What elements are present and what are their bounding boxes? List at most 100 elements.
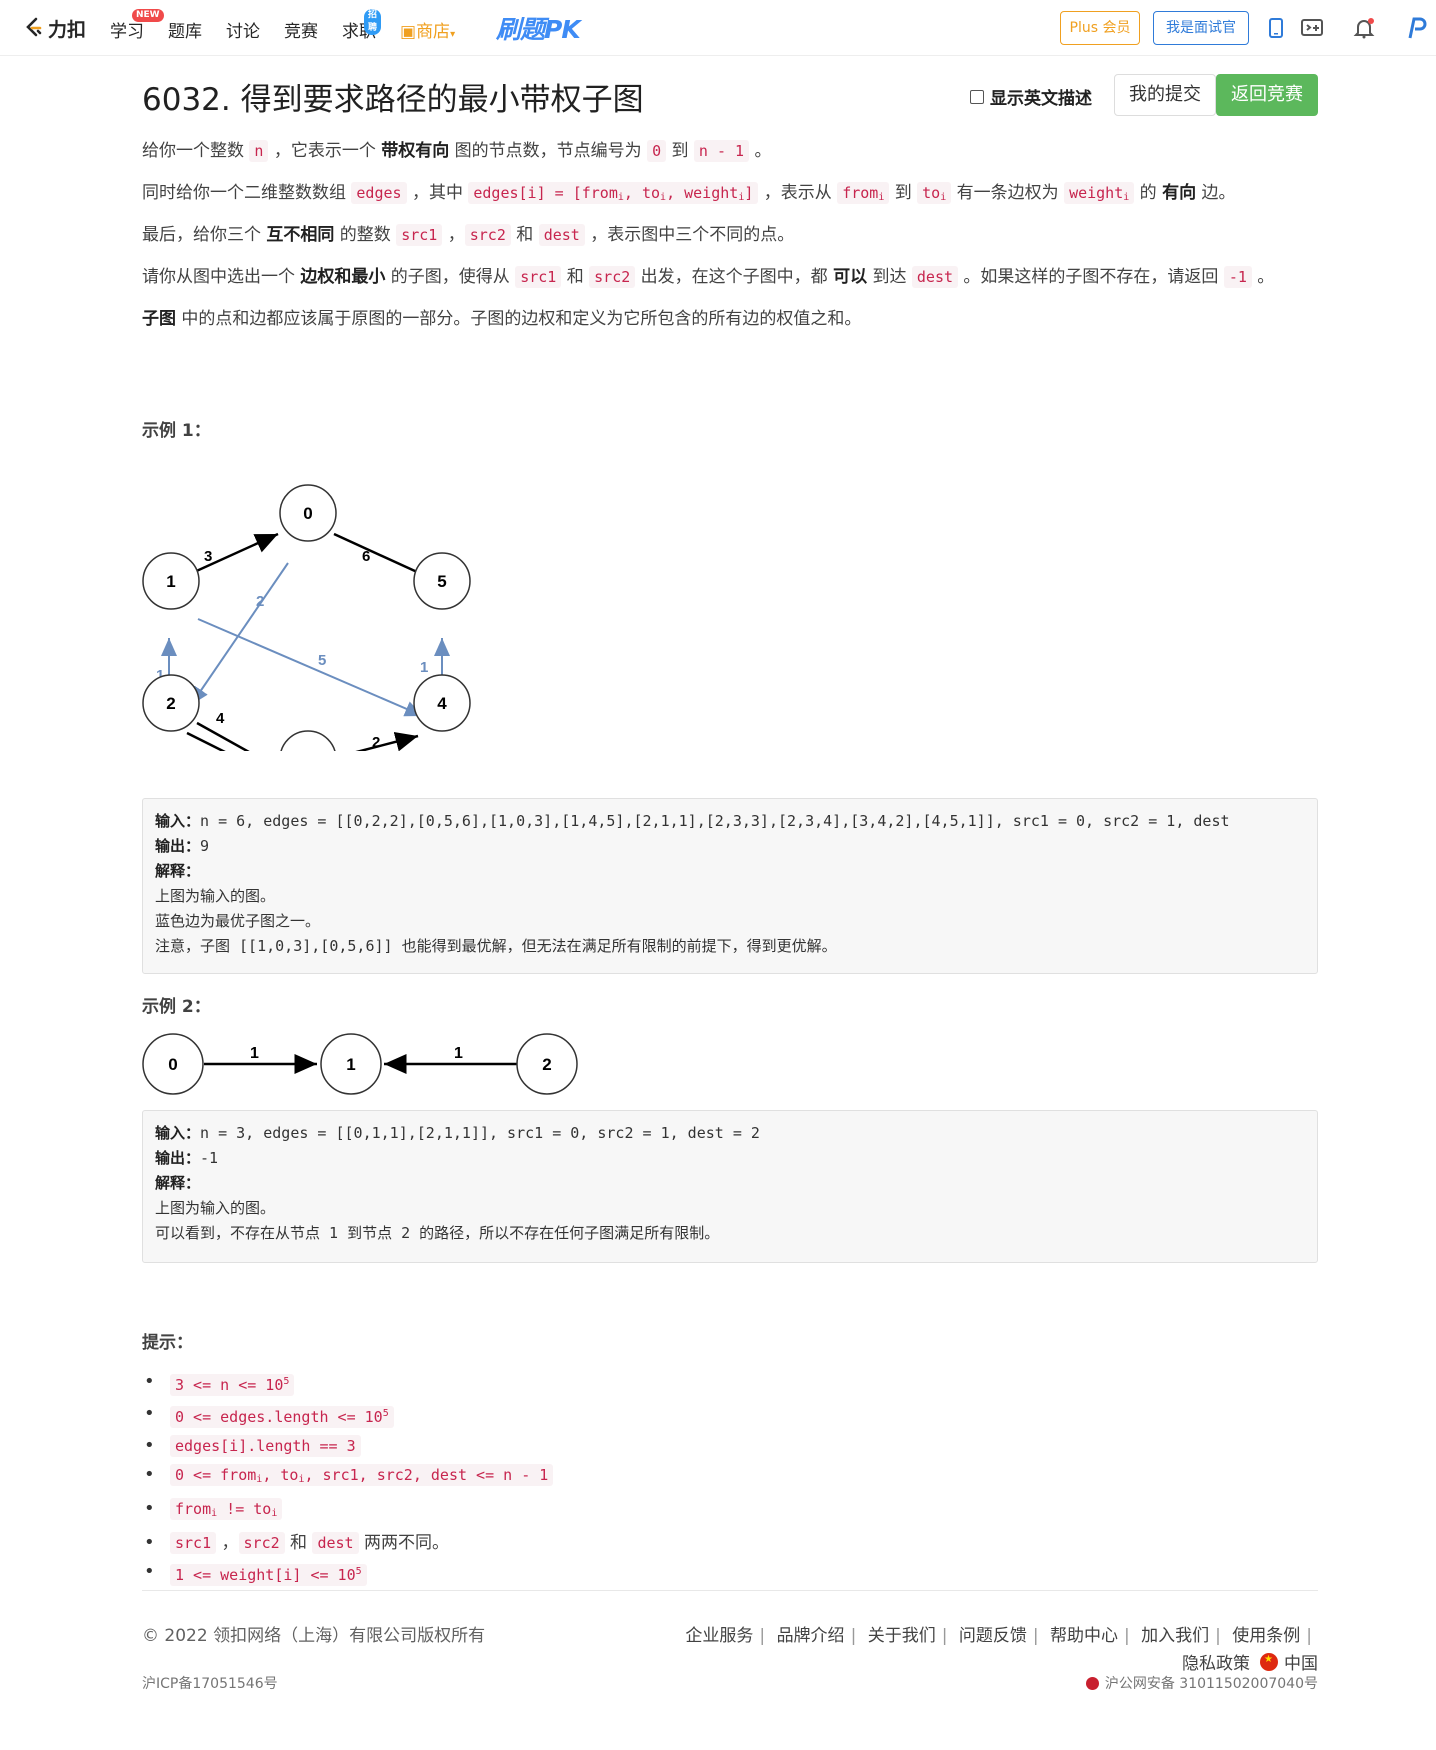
nav-jobs[interactable]: 求职 招聘 bbox=[342, 9, 382, 42]
example-2-title: 示例 2： bbox=[142, 997, 211, 1017]
graph-node-4: 4 bbox=[413, 674, 471, 732]
footer-link-terms[interactable]: 使用条例 bbox=[1232, 1626, 1300, 1646]
edge-label-3-4: 2 bbox=[372, 734, 380, 751]
description-paragraph-3: 最后，给你三个 互不相同 的整数 src1 ， src2 和 dest ，表示图中… bbox=[142, 224, 795, 246]
police-emblem-icon bbox=[1085, 1676, 1099, 1690]
hint-item: 0 <= fromi, toi, src1, src2, dest <= n -… bbox=[144, 1462, 554, 1493]
hint-item: src1 ，src2 和 dest 两两不同。 bbox=[144, 1530, 553, 1556]
nav-shop-label: 商店 bbox=[416, 22, 451, 42]
footer-copyright: © 2022 领扣网络（上海）有限公司版权所有 bbox=[142, 1626, 486, 1646]
ex2-input-label: 输入： bbox=[155, 1124, 201, 1142]
nav-contest[interactable]: 竞赛 bbox=[284, 17, 318, 42]
ex1-input-value: n = 6, edges = [[0,2,2],[0,5,6],[1,0,3],… bbox=[200, 812, 1230, 830]
nav-discuss[interactable]: 讨论 bbox=[226, 17, 260, 42]
footer-police-record[interactable]: 沪公网安备 31011502007040号 bbox=[1085, 1673, 1318, 1693]
example-1-title: 示例 1： bbox=[142, 421, 211, 441]
ex2-explain-line: 上图为输入的图。 bbox=[155, 1199, 276, 1217]
english-toggle-label: 显示英文描述 bbox=[990, 89, 1092, 109]
english-description-toggle[interactable]: 显示英文描述 bbox=[970, 84, 1092, 109]
edge-2-3-w4 bbox=[196, 721, 250, 751]
plus-member-button[interactable]: Plus 会员 bbox=[1060, 11, 1140, 45]
edge-1-4 bbox=[197, 618, 424, 717]
hiring-badge: 招聘 bbox=[364, 9, 382, 35]
chevron-down-icon: ▾ bbox=[450, 29, 456, 40]
ex1-output-label: 输出： bbox=[155, 837, 201, 855]
ex2-input-value: n = 3, edges = [[0,1,1],[2,1,1]], src1 =… bbox=[200, 1124, 760, 1142]
ex2-explain-line: 可以看到，不存在从节点 1 到节点 2 的路径，所以不存在任何子图满足所有限制。 bbox=[155, 1224, 720, 1242]
nav-learn-label: 学习 bbox=[110, 22, 144, 42]
top-navbar: 力扣 学习 NEW 题库 讨论 竞赛 求职 招聘 ▣商店▾ 刷题PK Plus … bbox=[0, 0, 1436, 56]
problem-title: 6032. 得到要求路径的最小带权子图 bbox=[142, 82, 644, 118]
ex2-output-value: -1 bbox=[200, 1149, 219, 1167]
edge-label-0-1: 1 bbox=[250, 1045, 259, 1062]
svg-text:1: 1 bbox=[166, 572, 175, 591]
nav-shop[interactable]: ▣商店▾ bbox=[400, 17, 455, 42]
new-badge: NEW bbox=[132, 9, 164, 22]
footer-links-row-2: 隐私政策 中国 bbox=[1182, 1649, 1318, 1674]
graph-node-1: 1 bbox=[142, 552, 200, 610]
hint-item: edges[i].length == 3 bbox=[144, 1433, 553, 1459]
svg-text:4: 4 bbox=[437, 694, 447, 713]
edge-label-0-2: 2 bbox=[256, 593, 264, 610]
nav-discuss-label: 讨论 bbox=[226, 22, 260, 42]
edge-label-2-3-w3: 3 bbox=[202, 749, 210, 751]
footer-link-feedback[interactable]: 问题反馈 bbox=[959, 1626, 1027, 1646]
footer-link-help[interactable]: 帮助中心 bbox=[1050, 1626, 1118, 1646]
interviewer-button[interactable]: 我是面试官 bbox=[1153, 11, 1249, 45]
my-submissions-button[interactable]: 我的提交 bbox=[1114, 74, 1216, 116]
ex1-explain-label: 解释： bbox=[155, 862, 201, 880]
graph-node-2: 2 bbox=[142, 674, 200, 732]
svg-text:1: 1 bbox=[346, 1055, 355, 1074]
premium-avatar-icon[interactable] bbox=[1404, 16, 1428, 40]
footer-icp[interactable]: 沪ICP备17051546号 bbox=[142, 1673, 278, 1693]
police-record-text: 沪公网安备 31011502007040号 bbox=[1104, 1676, 1318, 1692]
edge-0-2 bbox=[190, 562, 289, 706]
edge-label-4-5: 1 bbox=[420, 659, 428, 676]
nav-problemset[interactable]: 题库 bbox=[168, 17, 202, 42]
graph-node-5: 5 bbox=[413, 552, 471, 610]
playground-icon[interactable] bbox=[1300, 16, 1324, 40]
mobile-icon[interactable] bbox=[1264, 16, 1288, 40]
ex2-explain-label: 解释： bbox=[155, 1174, 201, 1192]
svg-text:2: 2 bbox=[166, 694, 175, 713]
footer-link-privacy[interactable]: 隐私政策 bbox=[1182, 1649, 1250, 1674]
footer-link-about[interactable]: 关于我们 bbox=[868, 1626, 936, 1646]
nav-learn[interactable]: 学习 NEW bbox=[110, 9, 164, 42]
leetcode-logo-icon bbox=[26, 17, 42, 37]
graph2-node-0: 0 bbox=[142, 1033, 204, 1095]
edge-label-1-0: 3 bbox=[204, 548, 212, 565]
footer-link-enterprise[interactable]: 企业服务 bbox=[685, 1626, 753, 1646]
nav-pk[interactable]: 刷题PK bbox=[496, 10, 581, 46]
english-checkbox[interactable] bbox=[970, 89, 984, 104]
graph2-node-1: 1 bbox=[320, 1033, 382, 1095]
hint-item: 3 <= n <= 105 bbox=[144, 1369, 553, 1398]
nav-contest-label: 竞赛 bbox=[284, 22, 318, 42]
hints-title: 提示： bbox=[142, 1333, 193, 1353]
footer-divider bbox=[142, 1590, 1318, 1591]
ex1-explain-line: 注意，子图 [[1,0,3],[0,5,6]] 也能得到最优解，但无法在满足所有… bbox=[155, 937, 837, 955]
graph2-node-2: 2 bbox=[516, 1033, 578, 1095]
hint-item: 0 <= edges.length <= 105 bbox=[144, 1401, 553, 1430]
example-1-graph: 3 6 2 5 1 1 4 3 2 0 1 5 2 4 3 bbox=[142, 484, 471, 751]
brand-name: 力扣 bbox=[48, 18, 87, 41]
footer-link-brand[interactable]: 品牌介绍 bbox=[777, 1626, 845, 1646]
hint-item: 1 <= weight[i] <= 105 bbox=[144, 1559, 553, 1588]
svg-text:5: 5 bbox=[437, 572, 446, 591]
svg-text:0: 0 bbox=[303, 504, 312, 523]
notification-bell-icon[interactable] bbox=[1352, 16, 1376, 40]
region-selector[interactable]: 中国 bbox=[1284, 1649, 1318, 1674]
china-flag-icon bbox=[1260, 1652, 1278, 1671]
example-1-code-block: 输入：n = 6, edges = [[0,2,2],[0,5,6],[1,0,… bbox=[142, 798, 1318, 974]
edge-label-1-4: 5 bbox=[318, 652, 326, 669]
svg-text:3: 3 bbox=[303, 750, 312, 751]
footer-link-jobs[interactable]: 加入我们 bbox=[1141, 1626, 1209, 1646]
footer-links: 企业服务 | 品牌介绍 | 关于我们 | 问题反馈 | 帮助中心 | 加入我们 | 使用条例… bbox=[685, 1626, 1312, 1646]
back-to-contest-button[interactable]: 返回竞赛 bbox=[1216, 74, 1318, 116]
leetcode-logo[interactable]: 力扣 bbox=[24, 14, 86, 42]
ex1-input-label: 输入： bbox=[155, 812, 201, 830]
graph-node-3: 3 bbox=[280, 730, 336, 751]
description-paragraph-1: 给你一个整数 n ，它表示一个 带权有向 图的节点数，节点编号为 0 到 n -… bbox=[142, 140, 772, 162]
edge-label-0-5: 6 bbox=[362, 548, 370, 565]
description-paragraph-2: 同时给你一个二维整数数组 edges ，其中 edges[i] = [fromi… bbox=[142, 182, 1236, 204]
svg-text:2: 2 bbox=[542, 1055, 551, 1074]
